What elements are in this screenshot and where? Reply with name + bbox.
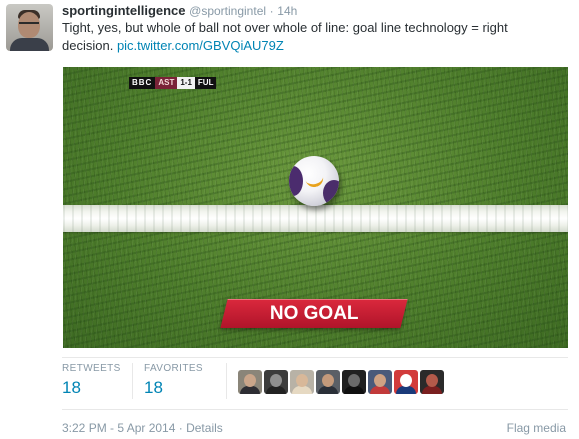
- flag-media-link[interactable]: Flag media: [507, 421, 566, 435]
- retweets-count[interactable]: 18: [62, 378, 81, 398]
- tv-scorebug: BBC AST 1-1 FUL: [129, 77, 217, 89]
- avatar-face: [426, 374, 438, 387]
- ball-panel-left: [289, 166, 303, 196]
- tweet-header: sportingintelligence @sportingintel · 14…: [62, 2, 297, 20]
- retweets-label: RETWEETS: [62, 363, 121, 374]
- avatar-glasses: [19, 22, 39, 29]
- tweet-media-photo[interactable]: BBC AST 1-1 FUL NO GOAL: [63, 67, 568, 348]
- favoriters-avatars: [238, 370, 444, 394]
- scorebug-home-team: AST: [155, 77, 178, 89]
- author-display-name[interactable]: sportingintelligence: [62, 3, 186, 18]
- stats-divider-bottom: [62, 409, 568, 410]
- author-avatar[interactable]: [6, 4, 53, 51]
- avatar-face: [296, 374, 308, 387]
- author-handle[interactable]: @sportingintel: [189, 4, 266, 18]
- avatar-body: [318, 386, 338, 394]
- no-goal-text: NO GOAL: [269, 303, 359, 324]
- tweet-footer: 3:22 PM - 5 Apr 2014 · Details: [62, 421, 223, 435]
- details-link[interactable]: Details: [186, 421, 223, 435]
- tweet-text: Tight, yes, but whole of ball not over w…: [62, 19, 567, 55]
- user-avatar-7[interactable]: [394, 370, 418, 394]
- user-avatar-5[interactable]: [342, 370, 366, 394]
- stats-separator-1: [132, 363, 133, 399]
- avatar-body: [396, 386, 416, 394]
- avatar-body: [370, 386, 390, 394]
- avatar-body: [266, 386, 286, 394]
- football-icon: [289, 156, 339, 206]
- stats-separator-2: [226, 363, 227, 399]
- scorebug-away-team: FUL: [194, 77, 217, 89]
- avatar-face: [348, 374, 360, 387]
- user-avatar-2[interactable]: [264, 370, 288, 394]
- header-separator: ·: [269, 4, 274, 18]
- user-avatar-3[interactable]: [290, 370, 314, 394]
- avatar-face: [400, 374, 412, 387]
- tweet-text-line1: Tight, yes, but whole of ball not over w…: [62, 20, 508, 35]
- avatar-face: [374, 374, 386, 387]
- user-avatar-4[interactable]: [316, 370, 340, 394]
- goal-line: [63, 205, 568, 232]
- no-goal-banner: NO GOAL: [220, 299, 408, 328]
- avatar-body: [292, 386, 312, 394]
- avatar-face: [322, 374, 334, 387]
- scorebug-broadcaster: BBC: [129, 77, 156, 89]
- scorebug-score: 1-1: [177, 77, 195, 89]
- avatar-body: [240, 386, 260, 394]
- avatar-face: [270, 374, 282, 387]
- tweet-text-line2: decision.: [62, 38, 114, 53]
- tweet-timestamp[interactable]: 3:22 PM - 5 Apr 2014: [62, 421, 175, 435]
- user-avatar-8[interactable]: [420, 370, 444, 394]
- favorites-count[interactable]: 18: [144, 378, 163, 398]
- ball-panel-right: [323, 180, 339, 206]
- avatar-shirt: [10, 38, 49, 51]
- stats-divider-top: [62, 357, 568, 358]
- avatar-body: [422, 386, 442, 394]
- tweet-age[interactable]: 14h: [277, 4, 297, 18]
- footer-separator: ·: [178, 421, 183, 435]
- avatar-body: [344, 386, 364, 394]
- user-avatar-1[interactable]: [238, 370, 262, 394]
- user-avatar-6[interactable]: [368, 370, 392, 394]
- favorites-label: FAVORITES: [144, 363, 203, 374]
- media-link[interactable]: pic.twitter.com/GBVQiAU79Z: [117, 38, 284, 53]
- ball-swoosh: [305, 175, 325, 189]
- avatar-face: [244, 374, 256, 387]
